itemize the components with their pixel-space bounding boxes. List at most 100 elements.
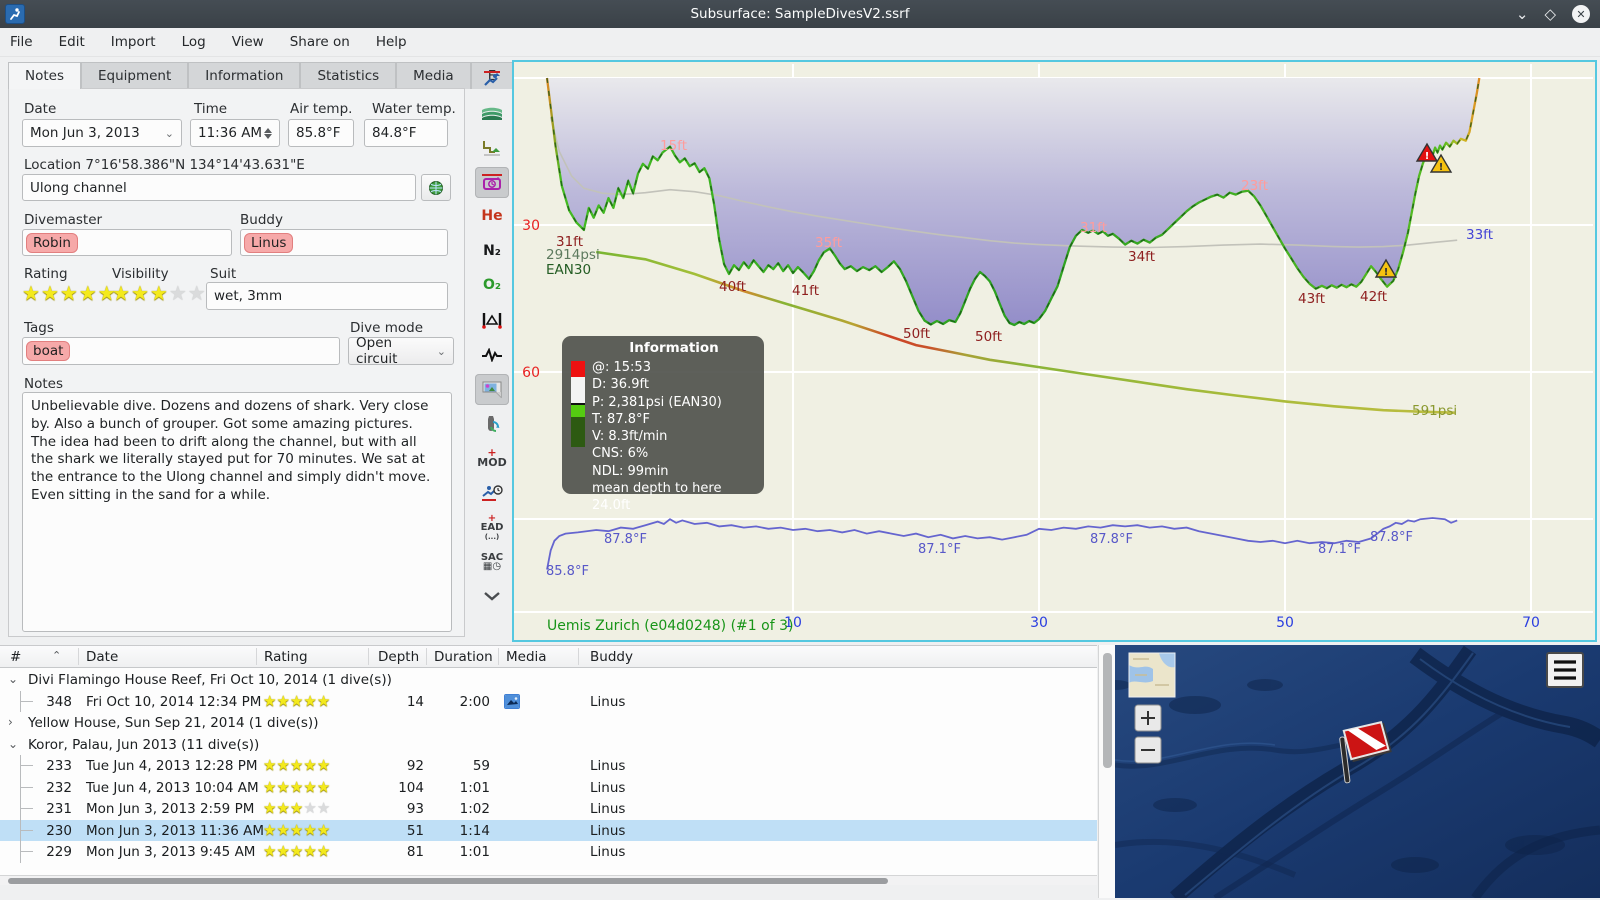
air-temp-field[interactable]: 85.8°F xyxy=(288,119,354,147)
expanded-arrow-icon[interactable]: ⌄ xyxy=(8,737,18,751)
star-filled-icon[interactable]: ★ xyxy=(79,283,97,303)
minimize-icon[interactable]: ⌄ xyxy=(1516,6,1529,22)
globe-button[interactable] xyxy=(421,174,451,201)
tab-information[interactable]: Information xyxy=(188,62,301,89)
spinner-arrows-icon[interactable] xyxy=(264,127,272,139)
dive-list-vscrollbar[interactable] xyxy=(1098,645,1115,898)
close-icon[interactable]: ✕ xyxy=(1572,5,1590,23)
chevron-down-icon: ⌄ xyxy=(164,126,174,140)
menu-item-share-on[interactable]: Share on xyxy=(290,34,350,50)
column-header-num[interactable]: # xyxy=(10,649,21,665)
hscroll-thumb[interactable] xyxy=(8,878,888,884)
info-box-row: CNS: 6% xyxy=(592,446,649,462)
column-header-depth[interactable]: Depth xyxy=(378,649,419,665)
svg-text:42ft: 42ft xyxy=(1360,289,1387,305)
dive-buddy: Linus xyxy=(590,801,626,817)
star-filled-icon[interactable]: ★ xyxy=(131,283,149,303)
menu-item-log[interactable]: Log xyxy=(182,34,206,50)
star-empty-icon[interactable]: ★ xyxy=(188,283,206,303)
divemaster-input[interactable]: Robin xyxy=(22,229,232,256)
dive-row[interactable]: 230 Mon Jun 3, 2013 11:36 AM ★ ★ ★ ★ ★ 51 1:14 Li… xyxy=(0,819,1097,841)
picture-marker-icon[interactable] xyxy=(475,132,509,163)
column-header-duration[interactable]: Duration xyxy=(434,649,493,665)
svg-text:50ft: 50ft xyxy=(903,326,930,342)
location-input[interactable]: Ulong channel xyxy=(22,174,416,201)
photos-icon[interactable] xyxy=(475,373,509,405)
column-header-date[interactable]: Date xyxy=(86,649,118,665)
air-temp-label: Air temp. xyxy=(290,101,353,117)
ruler-icon[interactable] xyxy=(475,305,509,336)
collapse-icon[interactable] xyxy=(475,581,509,612)
dive-date: Fri Oct 10, 2014 12:34 PM xyxy=(86,693,262,710)
trip-row[interactable]: ⌄ Divi Flamingo House Reef, Fri Oct 10, 2… xyxy=(0,669,1097,691)
menu-item-edit[interactable]: Edit xyxy=(59,34,85,50)
column-header-media[interactable]: Media xyxy=(506,649,547,665)
time-stepper[interactable]: 11:36 AM xyxy=(190,119,280,147)
visibility-stars[interactable]: ★ ★ ★ ★ ★ xyxy=(112,283,206,303)
star-empty-icon[interactable]: ★ xyxy=(169,283,187,303)
deco-ceiling-icon[interactable] xyxy=(475,166,509,198)
divemaster-label: Divemaster xyxy=(24,212,103,228)
info-box-row: T: 87.8°F xyxy=(592,411,650,427)
dive-number: 230 xyxy=(46,822,72,839)
buddy-input[interactable]: Linus xyxy=(240,229,448,256)
date-select[interactable]: Mon Jun 3, 2013 ⌄ xyxy=(22,119,182,147)
rating-label: Rating xyxy=(24,266,68,282)
dive-row[interactable]: 229 Mon Jun 3, 2013 9:45 AM ★ ★ ★ ★ ★ 81 1:01 Lin… xyxy=(0,841,1097,863)
trip-row[interactable]: › Yellow House, Sun Sep 21, 2014 (1 dive(… xyxy=(0,712,1097,734)
ead-icon[interactable]: + EAD (...) xyxy=(475,512,509,543)
column-header-rating[interactable]: Rating xyxy=(264,649,308,665)
tab-media[interactable]: Media xyxy=(396,62,471,89)
svg-text:34ft: 34ft xyxy=(1128,249,1155,265)
tab-statistics[interactable]: Statistics xyxy=(300,62,397,89)
svg-text:60: 60 xyxy=(522,365,540,381)
notes-textarea[interactable]: Unbelievable dive. Dozens and dozens of … xyxy=(22,392,452,632)
star-filled-icon[interactable]: ★ xyxy=(112,283,130,303)
vscroll-thumb[interactable] xyxy=(1103,653,1112,768)
air-temp-value: 85.8°F xyxy=(296,125,341,141)
gradient-factor-icon[interactable] xyxy=(475,98,509,129)
tab-notes[interactable]: Notes xyxy=(8,62,81,89)
ascent-rate-icon[interactable] xyxy=(475,63,509,94)
dive-list-header[interactable]: # Date Rating Depth Duration Media Buddy ⌃ xyxy=(0,646,1097,668)
collapsed-arrow-icon[interactable]: › xyxy=(8,715,13,729)
ndl-icon[interactable] xyxy=(475,477,509,508)
menu-item-file[interactable]: File xyxy=(10,34,33,50)
expanded-arrow-icon[interactable]: ⌄ xyxy=(8,672,18,686)
heart-rate-icon[interactable] xyxy=(475,339,509,370)
water-temp-field[interactable]: 84.8°F xyxy=(364,119,448,147)
dive-buddy: Linus xyxy=(590,758,626,774)
gas-switch-icon[interactable] xyxy=(475,408,509,439)
suit-input[interactable]: wet, 3mm xyxy=(206,282,448,310)
helium-icon[interactable]: He xyxy=(475,201,509,232)
star-filled-icon[interactable]: ★ xyxy=(41,283,59,303)
dive-row[interactable]: 348 Fri Oct 10, 2014 12:34 PM ★ ★ ★ ★ ★ 14 2:00 L… xyxy=(0,690,1097,712)
divemaster-tag[interactable]: Robin xyxy=(26,232,78,253)
maximize-icon[interactable]: ◇ xyxy=(1544,6,1556,22)
dive-row[interactable]: 233 Tue Jun 4, 2013 12:28 PM ★ ★ ★ ★ ★ 92 59 Linu… xyxy=(0,755,1097,777)
nitrogen-icon[interactable]: N₂ xyxy=(475,236,509,267)
tab-equipment[interactable]: Equipment xyxy=(81,62,189,89)
rating-stars[interactable]: ★ ★ ★ ★ ★ xyxy=(22,283,116,303)
star-filled-icon[interactable]: ★ xyxy=(60,283,78,303)
oxygen-icon[interactable]: O₂ xyxy=(475,270,509,301)
subsurface-window: Subsurface: SampleDivesV2.ssrf ⌄ ◇ ✕ Fil… xyxy=(0,0,1600,900)
buddy-tag[interactable]: Linus xyxy=(244,232,294,253)
dive-list-hscrollbar[interactable] xyxy=(0,875,1097,885)
tags-input[interactable]: boat xyxy=(22,337,340,365)
menu-item-help[interactable]: Help xyxy=(376,34,407,50)
dive-row[interactable]: 232 Tue Jun 4, 2013 10:04 AM ★ ★ ★ ★ ★ 104 1:01 L… xyxy=(0,776,1097,798)
menu-item-view[interactable]: View xyxy=(232,34,264,50)
star-filled-icon[interactable]: ★ xyxy=(150,283,168,303)
media-icon[interactable] xyxy=(504,693,520,709)
dive-map[interactable] xyxy=(1115,645,1600,898)
star-filled-icon[interactable]: ★ xyxy=(22,283,40,303)
trip-row[interactable]: ⌄ Koror, Palau, Jun 2013 (11 dive(s)) xyxy=(0,734,1097,756)
dive-row[interactable]: 231 Mon Jun 3, 2013 2:59 PM ★ ★ ★ ★ ★ 93 1:02 Lin… xyxy=(0,798,1097,820)
column-header-buddy[interactable]: Buddy xyxy=(590,649,633,665)
mod-icon[interactable]: + MOD xyxy=(475,443,509,474)
dive-mode-select[interactable]: Open circuit ⌄ xyxy=(348,335,454,367)
tags-tag[interactable]: boat xyxy=(26,341,71,361)
menu-item-import[interactable]: Import xyxy=(111,34,156,50)
sac-icon[interactable]: SAC ▦◷ xyxy=(475,546,509,577)
